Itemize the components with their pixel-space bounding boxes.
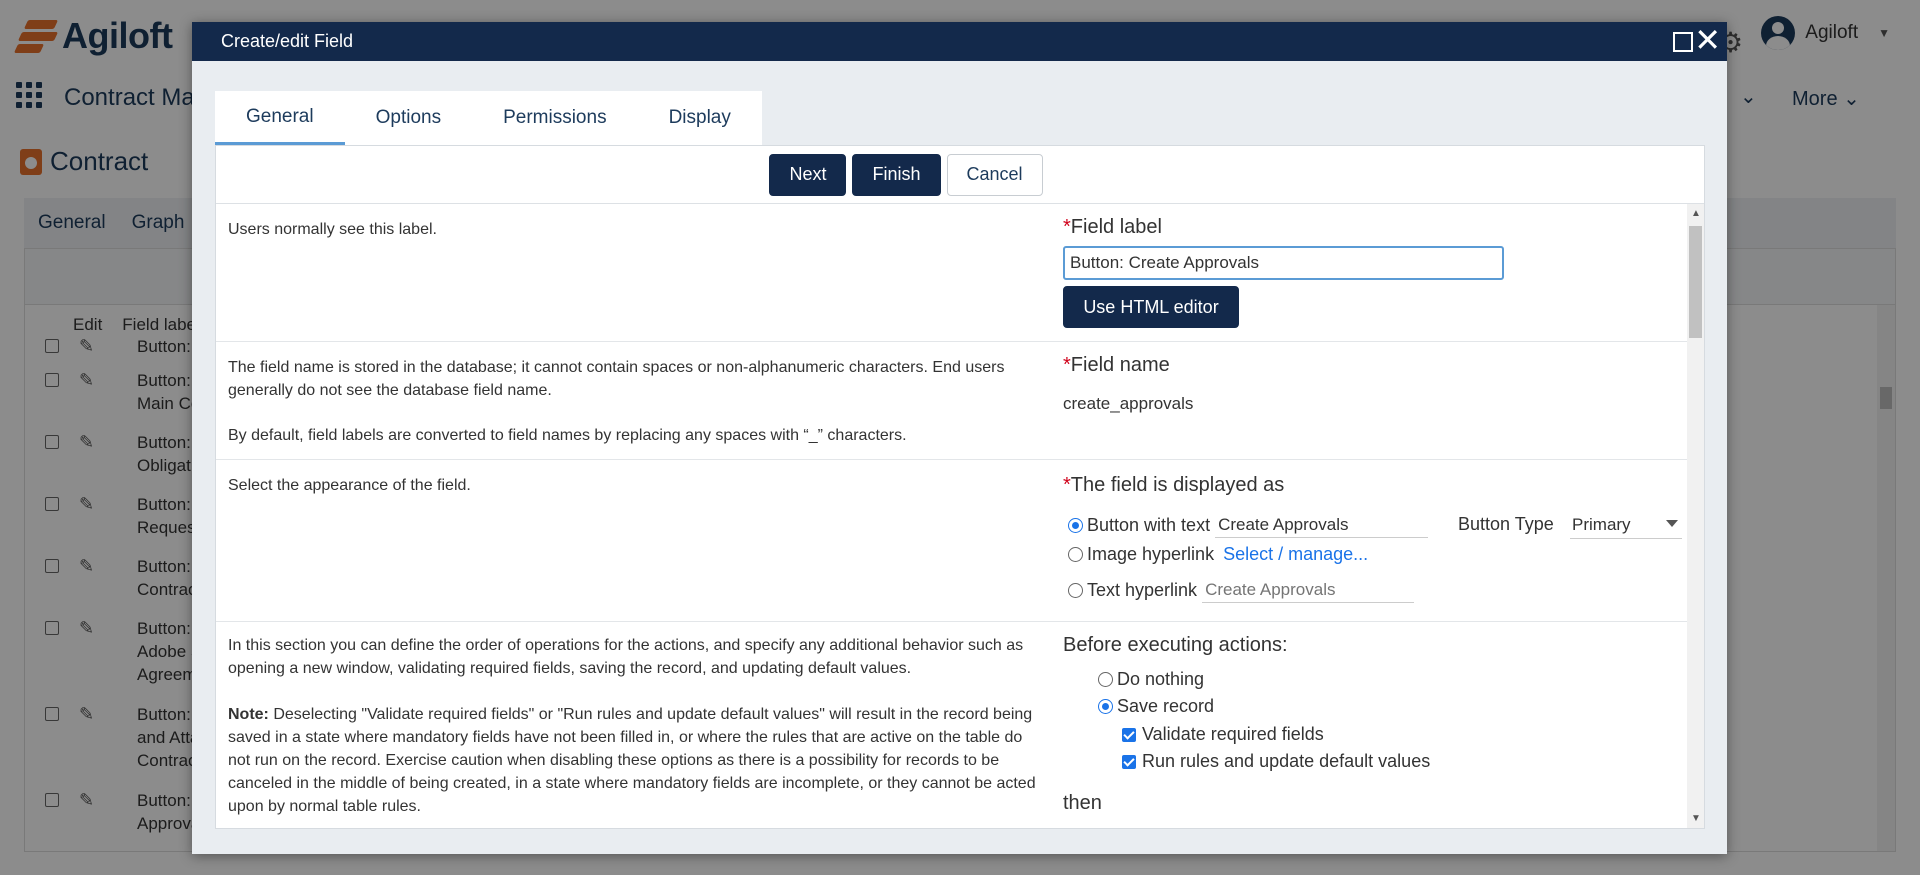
field-name-desc-1: The field name is stored in the database… bbox=[228, 359, 1005, 399]
option-validate-required[interactable]: Validate required fields bbox=[1122, 724, 1324, 745]
radio-text-hyperlink[interactable] bbox=[1068, 582, 1083, 598]
required-asterisk: * bbox=[1063, 474, 1071, 496]
do-nothing-label: Do nothing bbox=[1117, 669, 1205, 689]
option-run-rules[interactable]: Run rules and update default values bbox=[1122, 751, 1430, 772]
option-image-hyperlink[interactable]: Image hyperlink Select / manage... bbox=[1068, 544, 1368, 565]
scroll-down-icon[interactable]: ▼ bbox=[1691, 813, 1701, 824]
field-name-description: The field name is stored in the database… bbox=[228, 356, 1038, 447]
radio-button-with-text[interactable] bbox=[1068, 517, 1083, 533]
before-actions-desc-text: In this section you can define the order… bbox=[228, 637, 1024, 677]
scrollbar-thumb[interactable] bbox=[1689, 226, 1702, 338]
run-rules-label: Run rules and update default values bbox=[1142, 751, 1431, 771]
checkbox-validate-required[interactable] bbox=[1122, 727, 1136, 742]
display-as-section: Select the appearance of the field. *The… bbox=[216, 460, 1688, 622]
required-asterisk: * bbox=[1063, 354, 1071, 376]
tab-options[interactable]: Options bbox=[345, 91, 472, 145]
radio-do-nothing[interactable] bbox=[1098, 672, 1113, 687]
note-paragraph: Note: Deselecting "Validate required fie… bbox=[228, 703, 1038, 818]
checkbox-run-rules[interactable] bbox=[1122, 754, 1136, 769]
scroll-up-icon[interactable]: ▲ bbox=[1691, 208, 1701, 219]
field-label-group: *Field label Use HTML editor bbox=[1063, 216, 1504, 328]
dialog-tabs: General Options Permissions Display bbox=[215, 91, 762, 145]
radio-save-record[interactable] bbox=[1098, 699, 1113, 714]
field-name-heading-text: Field name bbox=[1070, 354, 1170, 376]
option-save-record[interactable]: Save record bbox=[1098, 696, 1214, 717]
dialog-title: Create/edit Field bbox=[221, 31, 354, 51]
dialog-header: Create/edit Field ✕ bbox=[192, 22, 1727, 61]
then-label: then bbox=[1063, 792, 1102, 814]
field-name-desc-2: By default, field labels are converted t… bbox=[228, 427, 907, 444]
display-as-heading: *The field is displayed as bbox=[1063, 474, 1284, 497]
dialog-body: Next Finish Cancel Users normally see th… bbox=[215, 145, 1705, 829]
before-actions-section: In this section you can define the order… bbox=[216, 622, 1688, 828]
tab-display[interactable]: Display bbox=[638, 91, 762, 145]
field-label-section: Users normally see this label. *Field la… bbox=[216, 204, 1688, 342]
create-edit-field-dialog: Create/edit Field ✕ General Options Perm… bbox=[192, 22, 1727, 854]
note-text: Deselecting "Validate required fields" o… bbox=[228, 706, 1036, 815]
form-scrollbar[interactable]: ▲ ▼ bbox=[1687, 204, 1704, 828]
note-label: Note: bbox=[228, 706, 269, 723]
cancel-button[interactable]: Cancel bbox=[946, 153, 1043, 196]
field-label-description: Users normally see this label. bbox=[228, 221, 437, 238]
radio-image-hyperlink[interactable] bbox=[1068, 547, 1083, 562]
validate-required-label: Validate required fields bbox=[1142, 724, 1324, 744]
action-buttons: Next Finish Cancel bbox=[216, 146, 1704, 204]
field-label-heading: *Field label bbox=[1063, 216, 1504, 239]
form-scroll-area: Users normally see this label. *Field la… bbox=[216, 204, 1688, 828]
before-actions-description: In this section you can define the order… bbox=[228, 634, 1038, 818]
save-record-label: Save record bbox=[1117, 696, 1215, 716]
close-icon[interactable]: ✕ bbox=[1694, 24, 1721, 56]
text-hyperlink-input[interactable] bbox=[1202, 577, 1415, 603]
display-as-heading-text: The field is displayed as bbox=[1070, 474, 1285, 496]
tab-general[interactable]: General bbox=[215, 91, 345, 145]
field-name-heading: *Field name bbox=[1063, 354, 1193, 377]
option-button-label: Button with text bbox=[1087, 514, 1211, 535]
finish-button[interactable]: Finish bbox=[852, 153, 941, 196]
field-name-section: The field name is stored in the database… bbox=[216, 342, 1688, 460]
option-text-hyperlink[interactable]: Text hyperlink bbox=[1068, 577, 1415, 603]
option-text-label: Text hyperlink bbox=[1087, 579, 1198, 600]
before-actions-heading: Before executing actions: bbox=[1063, 634, 1288, 656]
field-label-input[interactable] bbox=[1063, 246, 1504, 280]
field-name-group: *Field name create_approvals bbox=[1063, 354, 1193, 414]
dropdown-arrow-icon bbox=[1666, 520, 1678, 527]
button-type-select[interactable]: Primary bbox=[1570, 511, 1682, 539]
field-name-value: create_approvals bbox=[1063, 394, 1194, 413]
button-type-value: Primary bbox=[1572, 514, 1631, 534]
next-button[interactable]: Next bbox=[769, 153, 847, 196]
select-manage-link[interactable]: Select / manage... bbox=[1223, 544, 1368, 565]
tab-permissions[interactable]: Permissions bbox=[472, 91, 637, 145]
button-type-label: Button Type bbox=[1458, 514, 1554, 534]
option-button-with-text[interactable]: Button with text bbox=[1068, 512, 1429, 538]
maximize-icon[interactable] bbox=[1673, 32, 1693, 52]
button-text-input[interactable] bbox=[1215, 512, 1429, 538]
option-do-nothing[interactable]: Do nothing bbox=[1098, 669, 1204, 690]
field-label-heading-text: Field label bbox=[1070, 216, 1162, 238]
display-as-description: Select the appearance of the field. bbox=[228, 477, 471, 494]
option-image-label: Image hyperlink bbox=[1087, 544, 1215, 564]
use-html-editor-button[interactable]: Use HTML editor bbox=[1063, 286, 1239, 328]
required-asterisk: * bbox=[1063, 216, 1071, 238]
